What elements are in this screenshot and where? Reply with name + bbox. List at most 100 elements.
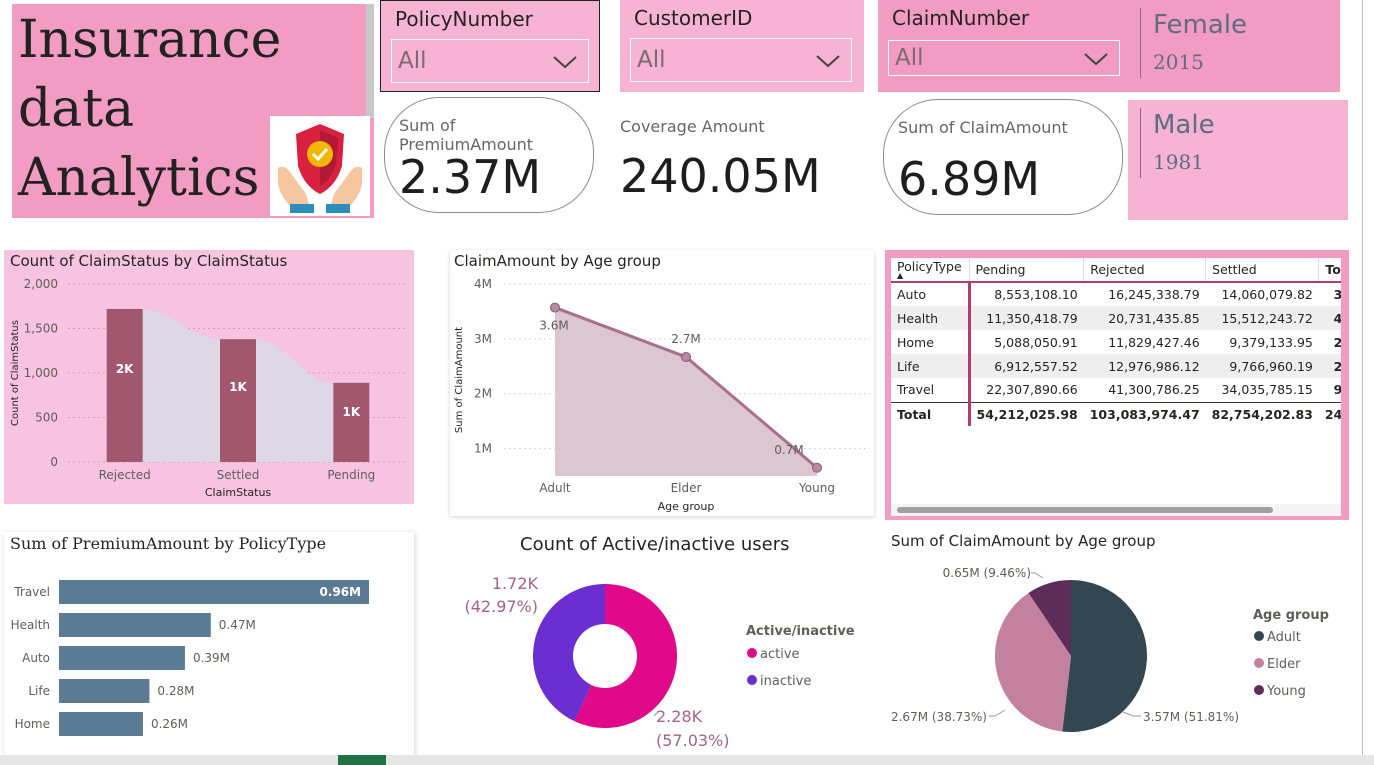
y-tick-label: 1,500 <box>24 322 58 336</box>
matrix-row[interactable]: Auto 8,553,108.10 16,245,338.79 14,060,079.… <box>891 282 1341 306</box>
bar-data-label: 0.26M <box>151 717 188 731</box>
matrix-header-settled[interactable]: Settled <box>1205 258 1320 283</box>
matrix-header-rejected[interactable]: Rejected <box>1083 258 1207 283</box>
legend-marker <box>747 648 757 658</box>
horizontal-scrollbar[interactable] <box>891 504 1341 516</box>
matrix-row[interactable]: Life 6,912,557.52 12,976,986.12 9,766,960.1… <box>891 354 1341 378</box>
sort-ascending-icon[interactable]: ▲ <box>897 272 963 280</box>
scrollbar[interactable] <box>366 4 374 118</box>
leader-line <box>1031 572 1044 579</box>
policynumber-slicer[interactable]: PolicyNumber All <box>380 0 600 92</box>
matrix-header-policytype[interactable]: PolicyType ▲ <box>891 258 970 283</box>
premium-bar-chart[interactable]: Sum of PremiumAmount by PolicyType Trave… <box>4 532 414 756</box>
legend-marker <box>1254 658 1264 668</box>
gender-label: Female <box>1153 10 1248 40</box>
claimstatus-chart[interactable]: Count of ClaimStatus by ClaimStatus 0 500… <box>4 250 414 504</box>
bar-data-label: 0.47M <box>219 618 256 632</box>
legend-label: Elder <box>1267 657 1301 672</box>
page-tab-bar <box>0 755 1374 765</box>
slice-percent-label: (57.03%) <box>656 731 730 750</box>
y-tick-label: 1M <box>474 442 492 456</box>
kpi-value: 2.37M <box>399 150 542 204</box>
chevron-down-icon <box>1084 53 1108 66</box>
matrix-cell: 16,245,338.79 <box>1108 287 1200 302</box>
matrix-cell: 26,29 <box>1333 334 1341 350</box>
matrix-cell: 41,300,786.25 <box>1108 382 1200 398</box>
matrix-header-total[interactable]: Total <box>1318 258 1341 283</box>
x-tick-label: Rejected <box>99 468 151 482</box>
active-page-tab[interactable] <box>338 755 386 765</box>
claimnumber-dropdown[interactable]: All <box>888 40 1120 76</box>
policytype-matrix[interactable]: PolicyType▲PendingRejectedSettledTotal A… <box>885 250 1349 520</box>
matrix-cell: 34,035,785.15 <box>1221 382 1313 398</box>
legend-title: Age group <box>1253 608 1329 623</box>
claimstatus-chart-svg: 0 500 1,000 1,500 2,000 2K Rejected 1K Settled 1K… <box>10 277 408 499</box>
policynumber-dropdown[interactable]: All <box>391 39 589 83</box>
slicer-value: All <box>895 45 924 71</box>
gender-count: 1981 <box>1153 150 1204 174</box>
bar-data-label: 0.96M <box>319 585 361 599</box>
matrix-cell: 38,85 <box>1333 287 1341 302</box>
y-tick-label: Auto <box>22 651 50 665</box>
customerid-slicer[interactable]: CustomerID All <box>620 0 864 92</box>
slicer-value: All <box>398 48 427 74</box>
matrix-header-pending[interactable]: Pending <box>969 258 1085 283</box>
age-area-chart[interactable]: ClaimAmount by Age group 1M 2M 3M 4M 3.6M Adu… <box>450 250 874 516</box>
age-area-chart-svg: 1M 2M 3M 4M 3.6M Adult 2.7M Elder 0.7M Young Age g… <box>454 277 870 513</box>
matrix-row-header: Health <box>891 306 971 330</box>
age-pie-chart[interactable]: Sum of ClaimAmount by Age group 3.57M (5… <box>885 530 1349 756</box>
matrix-row-header: Total <box>891 401 971 426</box>
x-tick-label: Pending <box>327 468 375 482</box>
point-data-label: 3.6M <box>539 319 568 333</box>
matrix-cell: 9,379,133.95 <box>1229 334 1313 350</box>
matrix-row[interactable]: Home 5,088,050.91 11,829,427.46 9,379,133.9… <box>891 330 1341 354</box>
matrix-cell: 82,754,202.83 <box>1205 401 1319 426</box>
y-tick-label: 2M <box>474 387 492 401</box>
data-point <box>681 351 691 362</box>
active-donut-chart[interactable]: Count of Active/inactive users 2.28K (57.… <box>450 530 874 756</box>
slicer-label: ClaimNumber <box>892 6 1030 30</box>
matrix-cell: 5,088,050.91 <box>994 334 1078 350</box>
legend-label: Adult <box>1267 630 1301 645</box>
y-tick-label: 3M <box>474 332 492 346</box>
matrix-table[interactable]: PolicyType▲PendingRejectedSettledTotal A… <box>891 258 1341 516</box>
matrix-cell: 240,05 <box>1318 401 1341 426</box>
slice-data-label: 2.67M (38.73%) <box>891 710 987 724</box>
claim-kpi-card: Sum of ClaimAmount 6.89M <box>883 99 1123 215</box>
legend-label: Young <box>1266 684 1306 699</box>
matrix-row[interactable]: Travel 22,307,890.66 41,300,786.25 34,035,7… <box>891 378 1341 402</box>
premium-kpi-card: Sum of PremiumAmount 2.37M <box>384 97 594 213</box>
y-tick-label: Home <box>15 717 50 731</box>
legend-marker <box>1254 685 1264 695</box>
bar-data-label: 2K <box>116 362 134 376</box>
page-divider <box>1362 0 1363 755</box>
bar <box>59 679 150 703</box>
claimnumber-slicer[interactable]: ClaimNumber All <box>878 0 1128 92</box>
y-tick-label: Health <box>11 618 50 632</box>
chevron-down-icon <box>553 56 577 69</box>
matrix-row[interactable]: Health 11,350,418.79 20,731,435.85 15,512,2… <box>891 306 1341 330</box>
y-tick-label: 1,000 <box>24 366 58 380</box>
slice-percent-label: (42.97%) <box>465 597 539 616</box>
bar <box>106 308 143 462</box>
matrix-cell: 22,307,890.66 <box>986 382 1078 398</box>
matrix-cell: 15,512,243.72 <box>1221 310 1313 326</box>
kpi-label: Coverage Amount <box>620 117 765 136</box>
y-tick-label: 4M <box>474 277 492 291</box>
matrix-cell: 11,829,427.46 <box>1108 334 1200 350</box>
y-tick-label: Life <box>28 684 50 698</box>
bar <box>333 382 370 462</box>
matrix-cell: 103,083,974.47 <box>1083 401 1206 426</box>
matrix-row-header: Home <box>891 330 971 354</box>
customerid-dropdown[interactable]: All <box>630 38 852 82</box>
matrix-cell: 29,65 <box>1333 358 1341 374</box>
y-tick-label: 2,000 <box>24 277 58 291</box>
y-axis-title: Sum of ClaimAmount <box>454 327 465 433</box>
x-axis-title: ClaimStatus <box>205 486 272 499</box>
age-pie-svg: 3.57M (51.81%) 2.67M (38.73%) 0.65M (9.46%… <box>891 566 1329 732</box>
male-card-inner: Male 1981 <box>1140 108 1330 178</box>
slicer-value: All <box>637 47 666 73</box>
scroll-thumb[interactable] <box>897 507 1273 513</box>
matrix-total-row[interactable]: Total 54,212,025.98 103,083,974.47 82,754,2… <box>891 401 1341 426</box>
page-title: Insurance data Analytics <box>18 10 282 208</box>
